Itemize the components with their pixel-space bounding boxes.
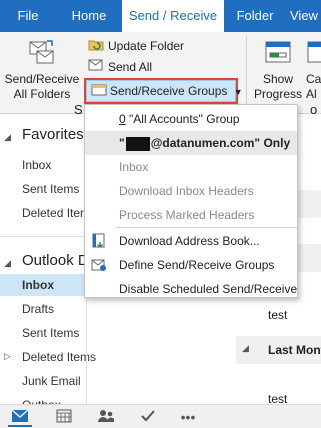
tasks-icon[interactable] [136,409,160,427]
calendar-icon[interactable] [52,409,76,427]
send-receive-all-icon [27,38,57,68]
account-item-drafts[interactable]: Drafts [22,302,54,316]
people-icon[interactable] [94,409,118,427]
menu-item-account-only[interactable]: " @datanumen.com" Only [85,131,297,155]
ribbon-tab-bar: File Home Send / Receive Folder View [0,0,321,32]
tab-home[interactable]: Home [66,0,112,32]
nav-divider [0,236,86,237]
collapse-caret-icon[interactable]: ◢ [242,343,249,354]
tab-send-receive[interactable]: Send / Receive [122,0,224,32]
menu-separator [115,227,297,228]
menu-item-account-label: @datanumen.com" Only [150,136,291,150]
favorites-item-sent[interactable]: Sent Items [22,182,79,196]
update-folder-label: Update Folder [108,39,185,54]
menu-item-all-accounts-group[interactable]: 0 "All Accounts" Group [85,107,297,131]
show-progress-icon [263,38,293,68]
send-receive-groups-icon [91,82,107,102]
update-folder-button[interactable]: Update Folder [88,36,184,56]
menu-item-download-inbox-headers[interactable]: Download Inbox Headers [85,179,297,203]
cancel-all-button[interactable]: Ca Al [306,38,321,102]
menu-item-all-accounts-label: "All Accounts" Group [125,112,240,126]
send-receive-groups-label: Send/Receive Groups [110,84,228,98]
send-all-icon [88,57,104,79]
menu-item-process-marked-headers[interactable]: Process Marked Headers [85,203,297,227]
message-subject[interactable]: test [268,308,287,322]
send-receive-all-label: Send/Receive [4,72,80,86]
menu-item-download-headers-label: Download Inbox Headers [119,184,254,198]
menu-item-account-prefix: " [119,136,125,150]
collapse-caret-icon[interactable]: ◢ [4,258,11,269]
expand-caret-icon[interactable]: ▷ [4,351,11,362]
redacted-block [125,136,150,151]
account-item-inbox[interactable]: Inbox [0,274,86,296]
tab-view[interactable]: View [290,0,321,32]
chevron-down-icon: ▼ [233,87,243,97]
send-receive-all-folders-button[interactable]: Send/Receive All Folders [4,38,80,102]
account-item-deleted[interactable]: Deleted Items [22,350,96,364]
mail-icon[interactable] [8,409,32,427]
show-progress-button[interactable]: Show Progress [252,38,304,102]
cancel-all-label: Ca [306,72,321,86]
menu-item-disable-scheduled[interactable]: Disable Scheduled Send/Receive [85,277,297,301]
menu-item-download-address-book[interactable]: Download Address Book... [85,229,297,253]
cancel-all-icon [306,38,321,68]
account-item-sent[interactable]: Sent Items [22,326,79,340]
menu-item-define-groups[interactable]: Define Send/Receive Groups [85,253,297,277]
show-progress-label-2: Progress [253,87,303,101]
cancel-all-label-2: Al [306,87,317,101]
menu-item-process-headers-label: Process Marked Headers [119,208,255,222]
send-all-button[interactable]: Send All [88,57,152,77]
collapse-caret-icon[interactable]: ◢ [4,132,11,143]
account-header[interactable]: Outlook D [22,252,89,269]
send-receive-groups-button[interactable]: Send/Receive Groups ▼ [86,80,243,102]
menu-item-inbox[interactable]: Inbox [85,155,297,179]
send-all-label: Send All [108,60,153,75]
show-progress-label: Show [262,72,294,86]
update-folder-icon [88,36,104,58]
tab-file[interactable]: File [10,0,46,32]
send-receive-all-label-2: All Folders [13,87,71,101]
menu-item-define-groups-label: Define Send/Receive Groups [119,258,275,272]
folder-pane: ◢ Favorites Inbox Sent Items Deleted Ite… [0,114,96,412]
menu-item-inbox-label: Inbox [119,160,149,174]
module-bar: ••• [0,404,321,428]
favorites-item-inbox[interactable]: Inbox [22,158,51,172]
menu-item-address-book-label: Download Address Book... [119,234,260,248]
account-item-junk[interactable]: Junk Email [22,374,81,388]
menu-item-all-accounts-prefix: 0 [119,112,126,126]
send-receive-groups-menu: 0 "All Accounts" Group " @datanumen.com" … [84,104,298,298]
favorites-item-deleted[interactable]: Deleted Item [22,206,90,220]
menu-item-disable-scheduled-label: Disable Scheduled Send/Receive [119,282,298,296]
group-header-last-month[interactable]: Last Mont [268,343,321,357]
tab-folder[interactable]: Folder [230,0,280,32]
ribbon-separator [246,36,247,108]
more-icon[interactable]: ••• [176,409,200,427]
favorites-header[interactable]: Favorites [22,126,84,143]
